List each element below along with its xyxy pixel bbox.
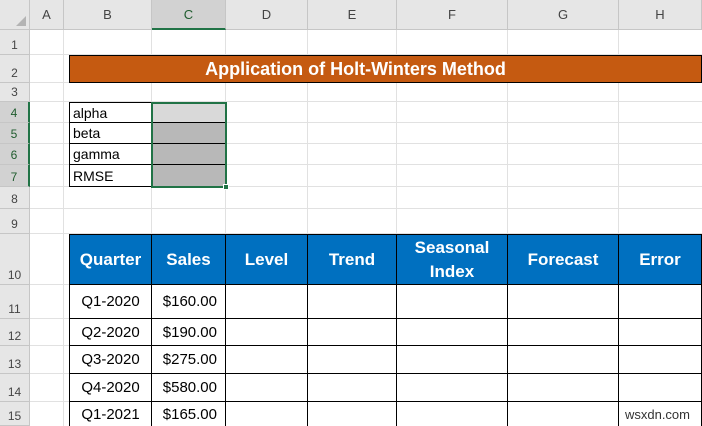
select-all-triangle-icon	[16, 16, 26, 26]
forecast-cell[interactable]	[508, 402, 619, 426]
row-header-4[interactable]: 4	[0, 102, 30, 123]
row-header-13[interactable]: 13	[0, 346, 30, 374]
level-cell[interactable]	[226, 285, 308, 319]
quarter-cell[interactable]: Q3-2020	[69, 346, 152, 374]
param-label-alpha[interactable]: alpha	[69, 102, 152, 123]
quarter-cell[interactable]: Q1-2020	[69, 285, 152, 319]
row-header-7[interactable]: 7	[0, 165, 30, 187]
error-cell[interactable]	[619, 374, 702, 402]
seasonal-index-cell[interactable]	[397, 319, 508, 346]
watermark: wsxdn.com	[624, 407, 690, 422]
column-header-g[interactable]: G	[508, 0, 619, 30]
param-label-gamma[interactable]: gamma	[69, 144, 152, 165]
quarter-cell[interactable]: Q2-2020	[69, 319, 152, 346]
gridline-v	[63, 30, 64, 426]
forecast-cell[interactable]	[508, 346, 619, 374]
select-all-corner[interactable]	[0, 0, 30, 30]
seasonal-index-cell[interactable]	[397, 402, 508, 426]
row-header-10[interactable]: 10	[0, 234, 30, 285]
trend-cell[interactable]	[308, 285, 397, 319]
row-header-5[interactable]: 5	[0, 123, 30, 144]
row-header-3[interactable]: 3	[0, 83, 30, 102]
header-error[interactable]: Error	[619, 234, 702, 285]
gridline-h	[30, 208, 702, 209]
level-cell[interactable]	[226, 319, 308, 346]
title-banner[interactable]: Application of Holt-Winters Method	[69, 55, 702, 83]
row-header-6[interactable]: 6	[0, 144, 30, 165]
row-header-14[interactable]: 14	[0, 374, 30, 402]
row-header-8[interactable]: 8	[0, 187, 30, 209]
header-quarter[interactable]: Quarter	[69, 234, 152, 285]
column-header-b[interactable]: B	[64, 0, 152, 30]
sales-cell[interactable]: $190.00	[152, 319, 226, 346]
error-cell[interactable]	[619, 319, 702, 346]
trend-cell[interactable]	[308, 374, 397, 402]
quarter-cell[interactable]: Q1-2021	[69, 402, 152, 426]
level-cell[interactable]	[226, 346, 308, 374]
trend-cell[interactable]	[308, 402, 397, 426]
column-header-c[interactable]: C	[152, 0, 226, 30]
forecast-cell[interactable]	[508, 285, 619, 319]
row-header-9[interactable]: 9	[0, 209, 30, 234]
row-header-12[interactable]: 12	[0, 319, 30, 346]
sales-cell[interactable]: $165.00	[152, 402, 226, 426]
error-cell[interactable]	[619, 285, 702, 319]
title-text: Application of Holt-Winters Method	[205, 58, 506, 79]
header-level[interactable]: Level	[226, 234, 308, 285]
column-header-d[interactable]: D	[226, 0, 308, 30]
column-header-f[interactable]: F	[397, 0, 508, 30]
header-trend[interactable]: Trend	[308, 234, 397, 285]
row-header-15[interactable]: 15	[0, 402, 30, 426]
error-cell[interactable]	[619, 346, 702, 374]
trend-cell[interactable]	[308, 346, 397, 374]
param-label-beta[interactable]: beta	[69, 123, 152, 144]
fill-handle[interactable]	[223, 184, 229, 190]
sales-cell[interactable]: $160.00	[152, 285, 226, 319]
header-sales[interactable]: Sales	[152, 234, 226, 285]
header-forecast[interactable]: Forecast	[508, 234, 619, 285]
header-seasonal-index[interactable]: Seasonal Index	[397, 234, 508, 285]
forecast-cell[interactable]	[508, 319, 619, 346]
row-header-11[interactable]: 11	[0, 285, 30, 319]
selection-border	[151, 102, 227, 188]
level-cell[interactable]	[226, 402, 308, 426]
seasonal-index-cell[interactable]	[397, 374, 508, 402]
column-header-a[interactable]: A	[30, 0, 64, 30]
seasonal-index-cell[interactable]	[397, 346, 508, 374]
seasonal-index-cell[interactable]	[397, 285, 508, 319]
sales-cell[interactable]: $275.00	[152, 346, 226, 374]
param-label-rmse[interactable]: RMSE	[69, 165, 152, 187]
row-header-2[interactable]: 2	[0, 55, 30, 83]
sales-cell[interactable]: $580.00	[152, 374, 226, 402]
forecast-cell[interactable]	[508, 374, 619, 402]
column-header-h[interactable]: H	[619, 0, 702, 30]
level-cell[interactable]	[226, 374, 308, 402]
quarter-cell[interactable]: Q4-2020	[69, 374, 152, 402]
column-header-e[interactable]: E	[308, 0, 397, 30]
row-header-1[interactable]: 1	[0, 30, 30, 55]
trend-cell[interactable]	[308, 319, 397, 346]
